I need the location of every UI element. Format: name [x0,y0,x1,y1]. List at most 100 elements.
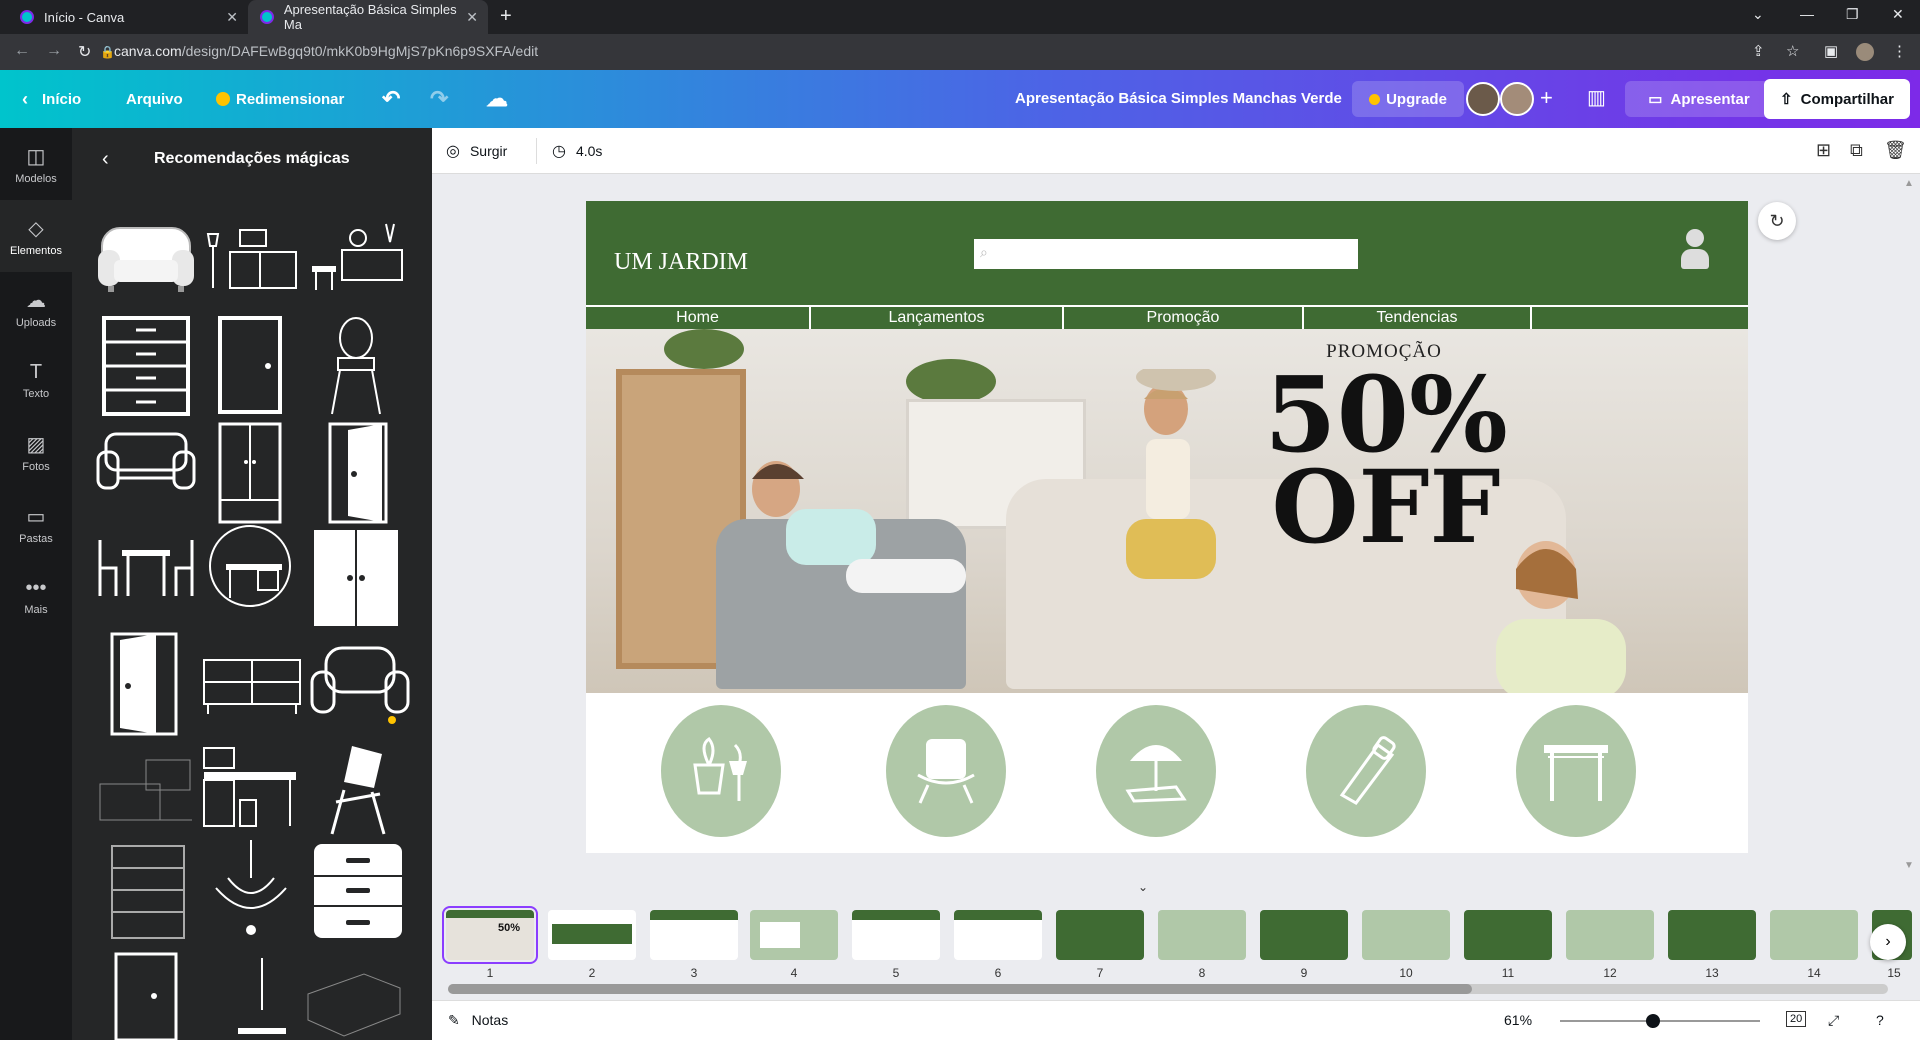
browser-tab-apresentacao[interactable]: Apresentação Básica Simples Ma ✕ [248,0,488,34]
page-thumb-4[interactable] [750,910,838,960]
rail-item-modelos[interactable]: ◫ Modelos [0,128,72,200]
pendant-lamp-element[interactable] [232,958,292,1040]
slide-nav-tendencias[interactable]: Tendencias [1304,307,1532,329]
rail-item-fotos[interactable]: ▨ Fotos [0,416,72,488]
rail-item-pastas[interactable]: ▭ Pastas [0,488,72,560]
duplicate-page-icon[interactable]: ⧉ [1850,140,1863,161]
zoom-value[interactable]: 61% [1504,1012,1532,1028]
sofa-outline-element[interactable] [96,430,196,498]
filmstrip-scrollbar[interactable] [448,984,1888,994]
slide-nav-lancamentos[interactable]: Lançamentos [811,307,1064,329]
minimize-icon[interactable]: — [1800,6,1814,22]
add-collaborator-icon[interactable]: + [1540,85,1553,111]
page-thumb-14[interactable] [1770,910,1858,960]
profile-avatar[interactable] [1856,43,1874,61]
back-icon[interactable]: ← [14,42,30,60]
delete-page-icon[interactable]: 🗑 [1884,140,1907,161]
armchair-sofa-element[interactable] [96,220,196,294]
door-element[interactable] [216,316,286,416]
browser-menu-icon[interactable]: ⋮ [1892,42,1907,60]
dresser-vanity-element[interactable] [308,218,408,292]
page-thumb-3[interactable] [650,910,738,960]
collaborator-avatar[interactable] [1466,82,1500,116]
white-drawers-element[interactable] [312,842,404,942]
forward-icon[interactable]: → [46,42,62,60]
promo-headline[interactable]: 50% OFF [1226,363,1546,558]
help-icon[interactable]: ? [1876,1012,1884,1028]
regenerate-icon[interactable]: ↻ [1758,202,1796,240]
page-thumb-1[interactable]: 50% [442,906,538,964]
desk-with-drawers-element[interactable] [200,744,300,830]
redo-icon[interactable]: ↷ [430,70,448,128]
back-chevron-icon[interactable]: ‹ [102,148,109,171]
share-button[interactable]: ⇧ Compartilhar [1764,79,1910,119]
filmstrip-next-icon[interactable]: › [1870,924,1906,960]
chandelier-element[interactable] [206,838,296,938]
undo-icon[interactable]: ↶ [382,70,400,128]
desk-lamp-element[interactable] [200,228,300,292]
collaborator-avatar[interactable] [1500,82,1534,116]
home-button[interactable]: ‹ Início [22,70,81,128]
page-thumb-13[interactable] [1668,910,1756,960]
brand-text[interactable]: UM JARDIM [614,249,748,276]
table-icon[interactable] [1516,705,1636,837]
page-thumb-6[interactable] [954,910,1042,960]
wardrobe-element[interactable] [216,422,286,526]
saw-icon[interactable] [1306,705,1426,837]
rail-item-elementos[interactable]: ◇ Elementos [0,200,72,272]
chair-element[interactable] [324,316,388,416]
chest-of-drawers-element[interactable] [102,316,190,416]
page-thumb-5[interactable] [852,910,940,960]
scroll-down-arrow-icon[interactable]: ▼ [1904,860,1914,871]
fullscreen-icon[interactable]: ⤢ [1828,1012,1839,1029]
collapse-filmstrip-icon[interactable]: ⌄ [1138,880,1148,894]
page-thumb-7[interactable] [1056,910,1144,960]
beach-umbrella-icon[interactable] [1096,705,1216,837]
slide-nav-promocao[interactable]: Promoção [1064,307,1304,329]
plant-tools-icon[interactable] [661,705,781,837]
add-page-icon[interactable]: ⊞ [1816,140,1831,161]
page-thumb-9[interactable] [1260,910,1348,960]
sectional-sofa-sketch-element[interactable] [304,954,404,1040]
zoom-slider[interactable] [1560,1020,1760,1022]
present-button[interactable]: ▭ Apresentar [1625,81,1773,117]
animation-button[interactable]: ◎ Surgir [446,128,507,174]
zoom-slider-handle[interactable] [1646,1014,1660,1028]
folding-chair-element[interactable] [322,742,394,836]
double-door-cabinet-element[interactable] [312,528,400,628]
bookmark-star-icon[interactable]: ☆ [1786,42,1799,60]
sideboard-element[interactable] [202,654,302,718]
page-thumb-2[interactable] [548,910,636,960]
bookshelf-element[interactable] [108,844,188,940]
resize-button[interactable]: Redimensionar [216,70,344,128]
document-title[interactable]: Apresentação Básica Simples Manchas Verd… [1015,70,1342,128]
page-count-badge[interactable]: 20 [1786,1011,1807,1027]
slide-search-box[interactable]: ⌕ [974,239,1358,269]
side-panel-icon[interactable]: ▣ [1824,42,1838,60]
page-thumb-11[interactable] [1464,910,1552,960]
duration-button[interactable]: ◷ 4.0s [552,128,602,174]
user-icon[interactable] [1681,229,1709,271]
armchair-outline-element[interactable] [310,644,410,724]
workspace-desk-element[interactable] [200,524,300,608]
new-tab-icon[interactable]: + [500,5,512,28]
slide-nav-home[interactable]: Home [586,307,811,329]
dining-table-chairs-element[interactable] [96,530,196,600]
scroll-up-arrow-icon[interactable]: ▲ [1904,178,1914,189]
rail-item-mais[interactable]: ••• Mais [0,560,72,632]
reload-icon[interactable]: ↻ [78,42,91,62]
page-thumb-12[interactable] [1566,910,1654,960]
slide-canvas[interactable]: UM JARDIM ⌕ Home Lançamentos Promoção Te… [586,201,1748,853]
file-menu-button[interactable]: Arquivo [126,70,183,128]
upgrade-button[interactable]: Upgrade [1352,81,1464,117]
cloud-saved-icon[interactable]: ☁ [486,70,508,128]
chair-icon[interactable] [886,705,1006,837]
share-page-icon[interactable]: ⇪ [1752,42,1765,60]
browser-tab-inicio[interactable]: Início - Canva ✕ [8,0,248,34]
tab-search-icon[interactable]: ⌄ [1752,6,1764,23]
url-field[interactable]: canva.com/design/DAFEwBgq9t0/mkK0b9HgMjS… [114,43,538,59]
living-room-sketch-element[interactable] [96,754,196,828]
open-door-element[interactable] [320,422,392,526]
open-door-2-element[interactable] [108,632,180,736]
hero-photo[interactable]: PROMOÇÃO 50% OFF [586,329,1748,693]
